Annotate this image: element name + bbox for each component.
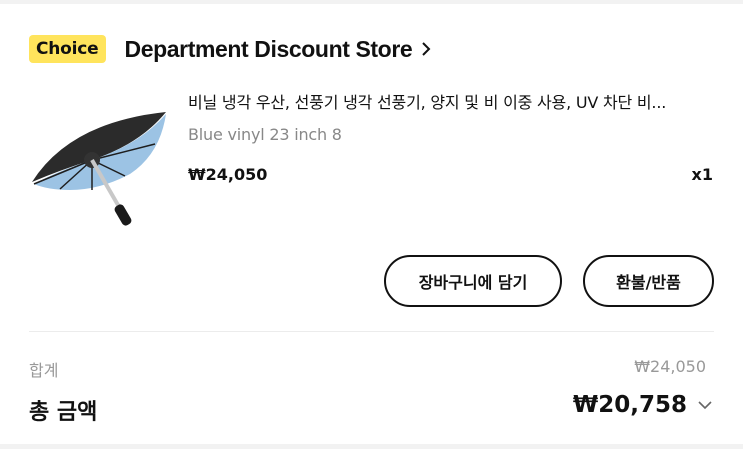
order-card: Choice Department Discount Store 비닐 냉각 우…	[0, 4, 743, 444]
chevron-down-icon[interactable]	[697, 399, 713, 411]
divider	[29, 331, 714, 332]
choice-badge: Choice	[29, 35, 106, 63]
product-title[interactable]: 비닐 냉각 우산, 선풍기 냉각 선풍기, 양지 및 비 이중 사용, UV 차…	[188, 89, 718, 113]
store-header[interactable]: Choice Department Discount Store	[29, 28, 434, 70]
add-to-cart-button[interactable]: 장바구니에 담기	[384, 255, 562, 307]
chevron-right-icon[interactable]	[420, 40, 434, 58]
subtotal-label: 합계	[29, 361, 59, 380]
product-quantity: x1	[691, 165, 713, 184]
total-label: 총 금액	[29, 400, 98, 425]
product-price: ₩24,050	[188, 165, 268, 184]
total-value: ₩20,758	[572, 392, 687, 418]
total-row[interactable]: ₩20,758	[573, 392, 713, 418]
product-image[interactable]	[30, 104, 170, 229]
store-name[interactable]: Department Discount Store	[125, 36, 413, 63]
refund-return-button[interactable]: 환불/반품	[583, 255, 714, 307]
product-variant: Blue vinyl 23 inch 8	[188, 125, 342, 144]
subtotal-value: ₩24,050	[634, 357, 706, 376]
